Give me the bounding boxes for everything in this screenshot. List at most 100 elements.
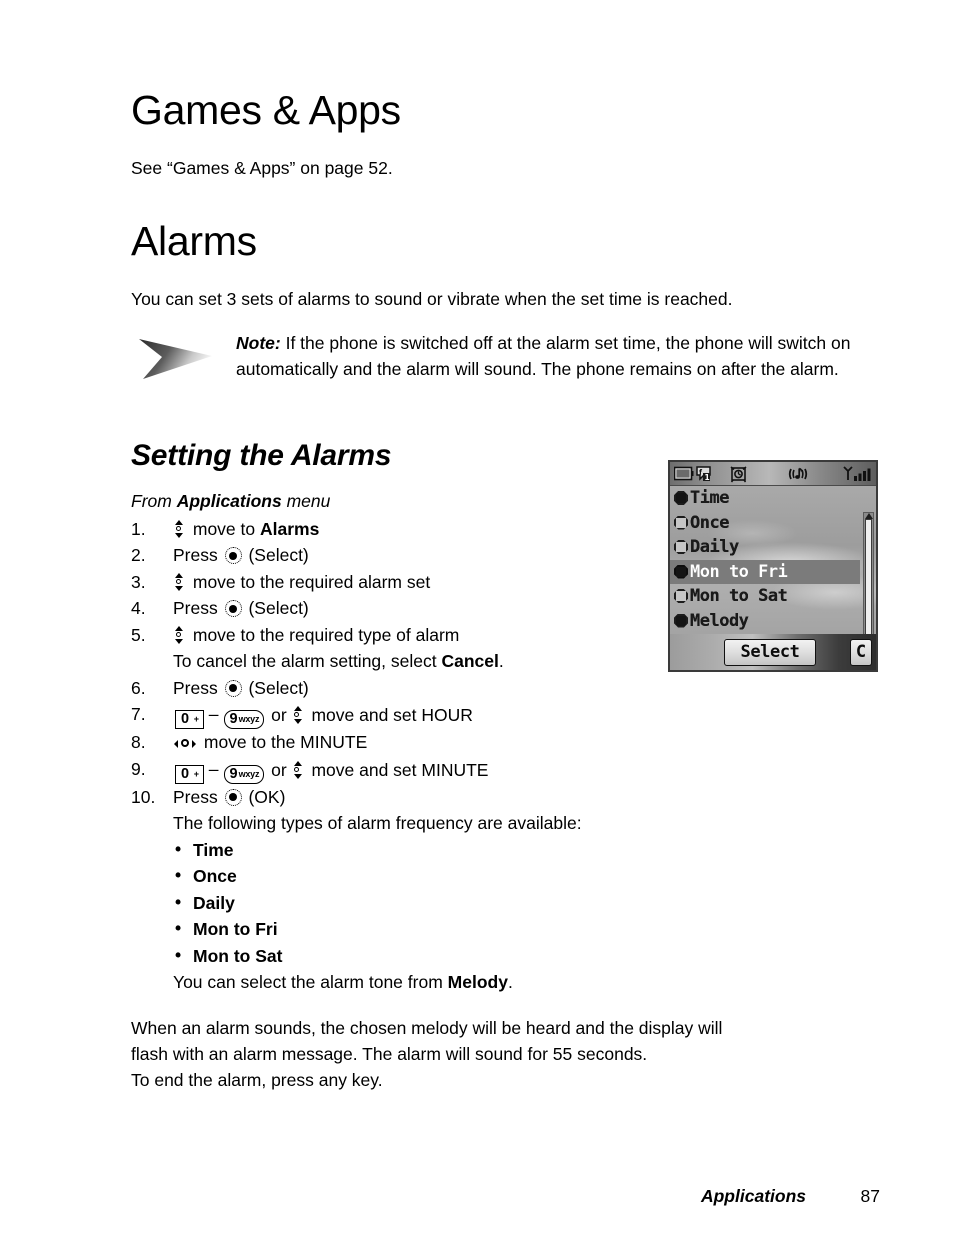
procedure-step-substep: The following types of alarm frequency a… xyxy=(173,813,582,833)
phone-list-item-highlighted[interactable]: Mon to Fri xyxy=(670,559,860,584)
closing-line-2: flash with an alarm message. The alarm w… xyxy=(131,1044,648,1064)
procedure-step: 8. move to the MINUTE xyxy=(131,729,651,756)
step-text-post: move and set MINUTE xyxy=(306,759,489,780)
step-text-post: move and set HOUR xyxy=(306,705,473,725)
keypad-nine-key-icon: 9wxyz xyxy=(223,764,265,784)
key-nine-digit: 9 xyxy=(229,765,239,782)
select-key-icon xyxy=(224,600,242,617)
note-text: Note: If the phone is switched off at th… xyxy=(236,330,891,382)
nav-up-down-icon xyxy=(174,572,185,591)
melody-bold-term: Melody xyxy=(447,972,508,992)
procedure-step: 2. Press (Select) xyxy=(131,542,651,569)
melody-text-pre: You can select the alarm tone from xyxy=(173,972,448,992)
step-text: (Select) xyxy=(243,598,309,618)
phone-list-item-label: Time xyxy=(690,488,729,508)
procedure-step: 9. 0 + –9wxyz or move and set MINUTE xyxy=(131,756,651,784)
step-number: 4. xyxy=(131,598,146,618)
key-nine-letters: wxyz xyxy=(238,714,260,724)
phone-list-item[interactable]: Melody xyxy=(670,609,876,634)
key-nine-letters: wxyz xyxy=(238,768,260,779)
step-text: or xyxy=(266,705,292,725)
note-label: Note: xyxy=(236,333,281,353)
radio-selected-icon[interactable] xyxy=(674,613,688,628)
radio-unselected-icon[interactable] xyxy=(674,515,688,530)
radio-unselected-icon[interactable] xyxy=(674,540,688,554)
melody-note-line: You can select the alarm tone from Melod… xyxy=(131,969,651,996)
phone-list-item[interactable]: Mon to Sat xyxy=(670,584,876,609)
procedure-step: 3. move to the required alarm set xyxy=(131,569,651,596)
step-number: 10. xyxy=(131,786,156,807)
phone-list-item-label: Daily xyxy=(690,537,739,557)
step-number: 1. xyxy=(131,518,146,539)
alarm-type-bullet: Mon to Sat xyxy=(131,942,651,970)
nav-up-down-icon xyxy=(174,519,185,538)
substep-text-post: . xyxy=(498,651,504,671)
alarm-type-bullet: Mon to Fri xyxy=(131,915,651,943)
step-number: 2. xyxy=(131,545,146,565)
step-text: or xyxy=(266,759,292,780)
phone-screen-mockup: f 1 Time Once Daily Mon to Fri Mon to Sa… xyxy=(668,460,878,672)
from-menu-name: Applications xyxy=(176,491,282,511)
procedure-step: 7. 0 + –9wxyz or move and set HOUR xyxy=(131,701,651,729)
step-text: (Select) xyxy=(243,545,309,565)
battery-icon xyxy=(673,465,694,483)
from-suffix: menu xyxy=(281,491,331,511)
phone-alarm-type-list[interactable]: Time Once Daily Mon to Fri Mon to Sat Me… xyxy=(670,486,876,656)
page-heading-alarms: Alarms xyxy=(131,218,257,264)
radio-selected-icon[interactable] xyxy=(674,564,688,579)
note-arrow-icon xyxy=(138,337,214,381)
procedure-step: 6. Press (Select) xyxy=(131,675,651,702)
step-text-pre: Press xyxy=(173,545,223,565)
phone-list-item[interactable]: Daily xyxy=(670,535,876,560)
section-heading-setting-the-alarms: Setting the Alarms xyxy=(131,439,392,472)
radio-unselected-icon[interactable] xyxy=(674,589,688,603)
key-zero-digit: 0 xyxy=(181,765,191,782)
softkey-clear-button[interactable]: C xyxy=(850,639,872,666)
step-text: move to the MINUTE xyxy=(199,732,368,752)
phone-list-item-label: Once xyxy=(690,512,729,533)
melody-note-icon xyxy=(787,465,809,483)
step-text: (Select) xyxy=(243,677,309,698)
substep-text-pre: To cancel the alarm setting, select xyxy=(173,651,442,671)
key-nine-digit: 9 xyxy=(229,711,239,727)
procedure-step-substep: To cancel the alarm setting, select Canc… xyxy=(131,648,651,675)
radio-selected-icon[interactable] xyxy=(674,491,688,505)
footer-page-number: 87 xyxy=(860,1186,880,1206)
procedure-list: From Applications menu 1. move to Alarms… xyxy=(131,488,651,996)
step-number: 5. xyxy=(131,624,146,645)
alarm-type-bullet: Daily xyxy=(131,889,651,917)
svg-text:1: 1 xyxy=(705,473,710,482)
closing-paragraph: When an alarm sounds, the chosen melody … xyxy=(131,1015,891,1093)
substep-bold-term: Cancel xyxy=(441,651,499,671)
procedure-step: 5. move to the required type of alarm xyxy=(131,622,651,649)
step-number: 8. xyxy=(131,732,146,752)
melody-text-post: . xyxy=(507,972,513,992)
keypad-nine-key-icon: 9wxyz xyxy=(223,710,265,729)
procedure-step: 10. Press (OK) xyxy=(131,784,651,811)
phone-list-item[interactable]: Time xyxy=(670,486,876,511)
select-key-icon xyxy=(224,679,242,697)
phone-softkey-bar: Select C xyxy=(670,634,876,670)
step-number: 3. xyxy=(131,571,146,592)
keypad-zero-key-icon: 0 + xyxy=(175,710,204,729)
signal-bars-icon xyxy=(842,465,874,483)
closing-line-3: To end the alarm, press any key. xyxy=(131,1070,383,1090)
phone-list-item-label: Mon to Fri xyxy=(690,561,788,582)
step-number: 6. xyxy=(131,677,146,698)
procedure-step: 1. move to Alarms xyxy=(131,516,651,543)
step-text: move to the required alarm set xyxy=(188,571,431,592)
alarm-type-bullet: Time xyxy=(131,836,651,864)
step-text: move to xyxy=(188,518,260,539)
step-text: move to the required type of alarm xyxy=(188,624,460,645)
step-bold-term: Alarms xyxy=(259,518,320,539)
key-zero-digit: 0 xyxy=(181,711,191,727)
alarm-type-bullet: Once xyxy=(131,862,651,890)
phone-list-item[interactable]: Once xyxy=(670,511,876,536)
softkey-select-button[interactable]: Select xyxy=(724,639,816,666)
step-text-pre: Press xyxy=(173,598,223,618)
from-prefix: From xyxy=(131,491,177,511)
step-number: 7. xyxy=(131,704,146,724)
step-text-pre: Press xyxy=(173,786,223,807)
key-zero-symbol: + xyxy=(193,768,199,779)
scrollbar-thumb[interactable] xyxy=(865,519,872,635)
